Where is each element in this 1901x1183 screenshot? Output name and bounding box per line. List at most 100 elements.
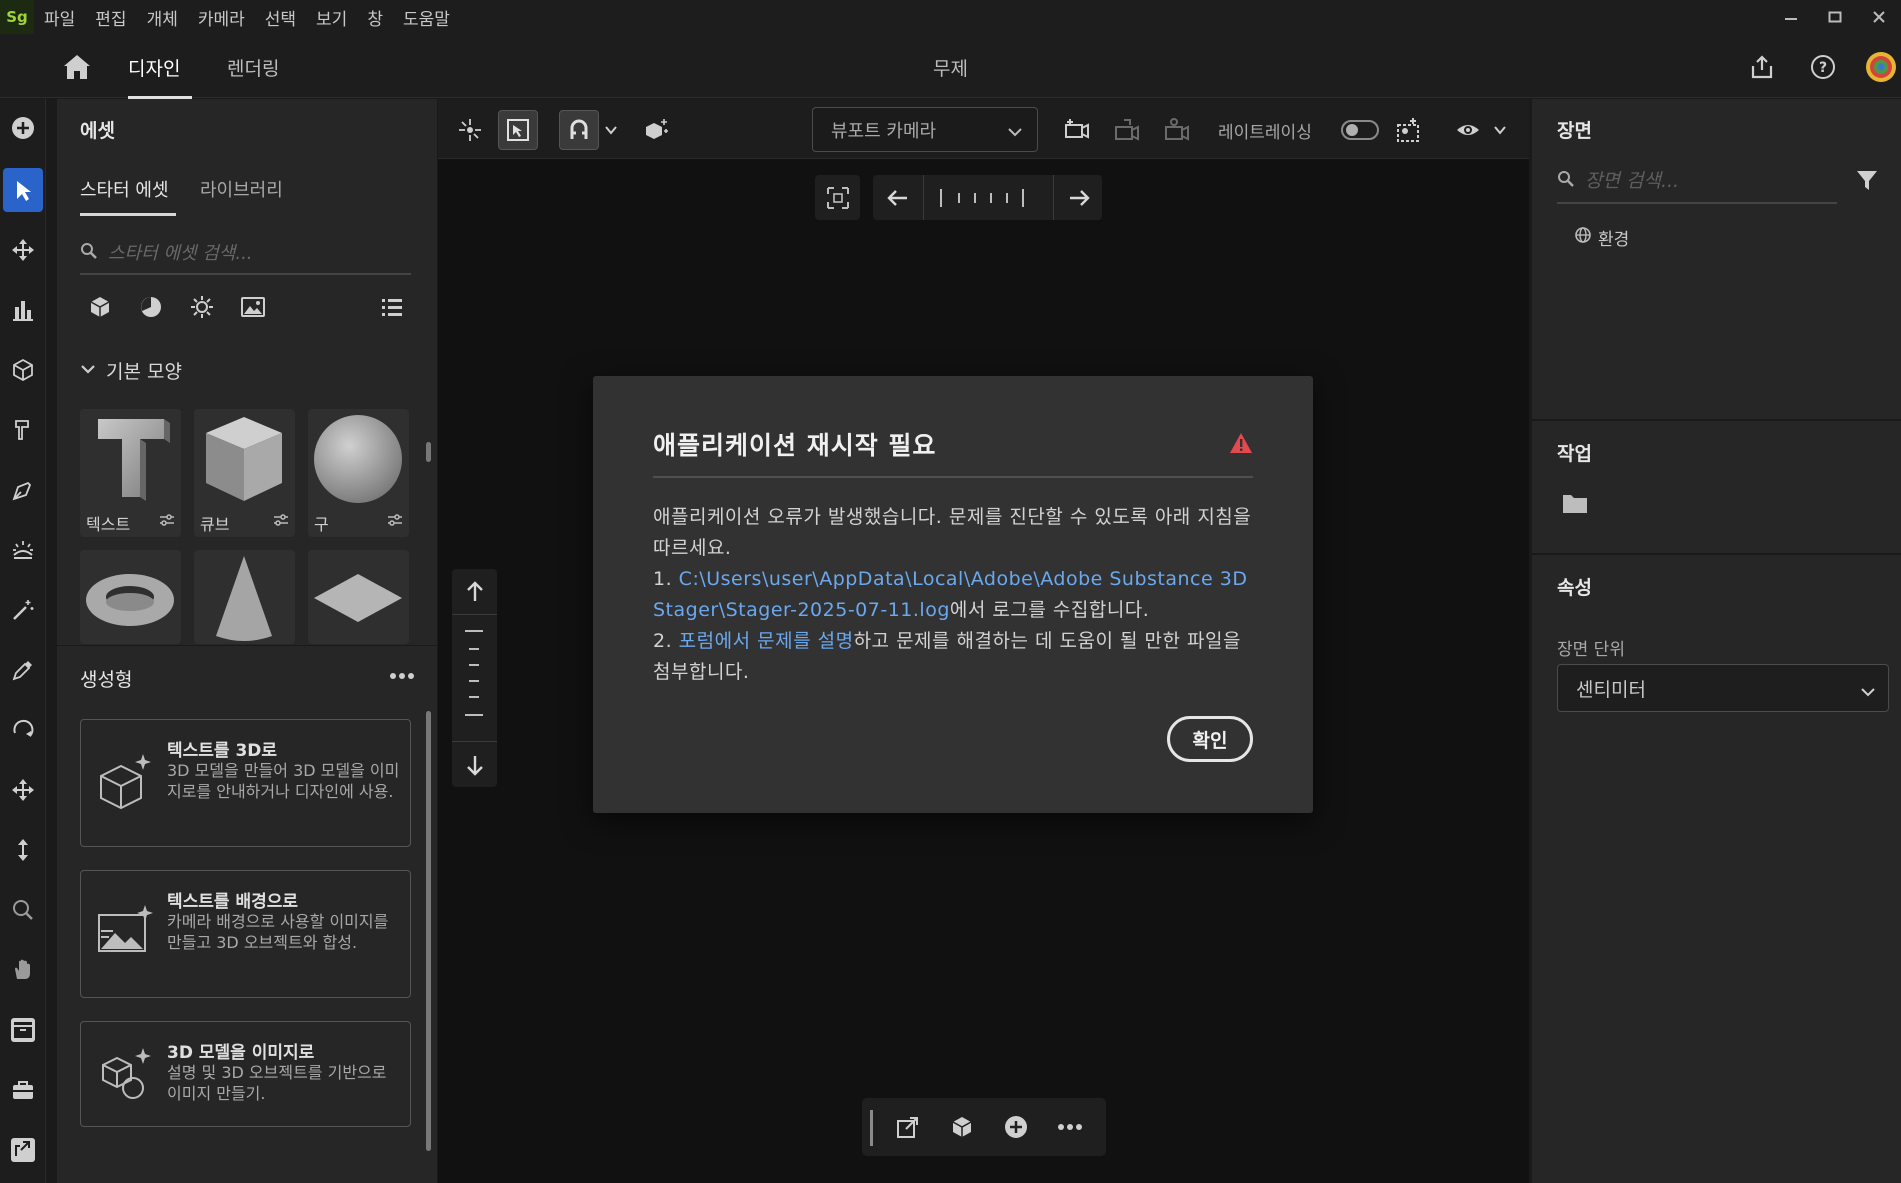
arrow-up-icon[interactable] [452, 569, 497, 614]
shape-cone-card[interactable] [194, 550, 295, 644]
cube-shape-thumbnail [206, 417, 282, 501]
image-filter-icon[interactable] [238, 292, 268, 322]
transform-icon[interactable] [450, 110, 490, 150]
drag-handle[interactable] [870, 1110, 873, 1146]
help-icon[interactable]: ? [1806, 50, 1840, 84]
forum-link[interactable]: 포럼에서 문제를 설명 [679, 630, 854, 652]
move-tool-icon[interactable] [3, 228, 43, 272]
arrow-left-icon[interactable] [873, 175, 923, 220]
align-tool-icon[interactable] [3, 288, 43, 332]
add-icon[interactable] [999, 1111, 1033, 1143]
paint-tool-icon[interactable] [3, 408, 43, 452]
visibility-icon[interactable] [1448, 110, 1488, 150]
menu-select[interactable]: 선택 [255, 5, 306, 30]
menu-camera[interactable]: 카메라 [188, 5, 255, 30]
vertical-scrubber[interactable] [463, 625, 485, 731]
basic-shapes-header[interactable]: 기본 모양 [80, 357, 182, 384]
arrow-right-icon[interactable] [1054, 175, 1104, 220]
shape-text-card[interactable]: 텍스트 [80, 409, 181, 537]
menu-file[interactable]: 파일 [34, 5, 85, 30]
gen-card-title: 텍스트를 배경으로 [167, 892, 299, 912]
dolly-tool-icon[interactable] [3, 828, 43, 872]
dialog-title: 애플리케이션 재시작 필요 [653, 431, 937, 460]
chevron-down-icon[interactable] [1488, 110, 1512, 150]
sliders-icon[interactable] [273, 511, 289, 531]
list-view-icon[interactable] [377, 292, 407, 322]
snap-magnet-icon[interactable] [559, 110, 599, 150]
scene-unit-value: 센티미터 [1576, 678, 1646, 701]
shape-torus-card[interactable] [80, 550, 181, 644]
text-to-background-card[interactable]: 텍스트를 배경으로 카메라 배경으로 사용할 이미지를 만들고 3D 오브젝트와… [80, 870, 411, 998]
zoom-icon[interactable] [3, 888, 43, 932]
assets-search-input[interactable] [108, 242, 398, 264]
tab-design[interactable]: 디자인 [128, 54, 180, 81]
material-filter-icon[interactable] [136, 292, 166, 322]
filter-icon[interactable] [1852, 165, 1882, 195]
avatar[interactable] [1864, 50, 1898, 84]
sliders-icon[interactable] [159, 511, 175, 531]
shape-plane-card[interactable] [308, 550, 409, 644]
export-image-icon[interactable] [3, 1128, 43, 1172]
render-quality-icon[interactable] [1389, 110, 1429, 150]
tab-render[interactable]: 렌더링 [227, 54, 279, 81]
menu-bar: Sg 파일 편집 개체 카메라 선택 보기 창 도움말 [0, 0, 1901, 34]
drop-to-ground-icon[interactable] [637, 110, 677, 150]
toolbox-icon[interactable] [3, 1068, 43, 1112]
add-camera-icon[interactable] [1058, 110, 1098, 150]
model-icon[interactable] [945, 1111, 979, 1143]
archive-icon[interactable] [3, 1008, 43, 1052]
tab-libraries[interactable]: 라이브러리 [200, 176, 283, 202]
tab-starter-assets[interactable]: 스타터 에셋 [80, 176, 169, 202]
arrow-down-icon[interactable] [452, 742, 497, 787]
eyedropper-icon[interactable] [3, 648, 43, 692]
frame-all-icon[interactable] [815, 175, 860, 220]
scene-item-environment[interactable]: 환경 [1574, 225, 1629, 250]
magic-wand-icon[interactable] [3, 588, 43, 632]
cube-tool-icon[interactable] [3, 348, 43, 392]
menu-help[interactable]: 도움말 [393, 5, 460, 30]
camera-settings-icon[interactable] [1158, 110, 1198, 150]
ok-button[interactable]: 확인 [1167, 716, 1253, 762]
sliders-icon[interactable] [387, 511, 403, 531]
frame-select-icon[interactable] [498, 110, 538, 150]
close-button[interactable] [1857, 0, 1901, 34]
chevron-down-icon [1860, 682, 1876, 704]
maximize-button[interactable] [1813, 0, 1857, 34]
select-tool-icon[interactable] [3, 168, 43, 212]
pan-tool-icon[interactable] [3, 768, 43, 812]
scene-unit-select[interactable]: 센티미터 [1557, 664, 1889, 712]
camera-go-icon[interactable] [1108, 110, 1148, 150]
shape-sphere-card[interactable]: 구 [308, 409, 409, 537]
minimize-button[interactable] [1769, 0, 1813, 34]
hand-icon[interactable] [3, 948, 43, 992]
shape-cube-card[interactable]: 큐브 [194, 409, 295, 537]
menu-object[interactable]: 개체 [137, 5, 188, 30]
folder-icon[interactable] [1562, 492, 1588, 519]
share-icon[interactable] [1745, 50, 1779, 84]
light-filter-icon[interactable] [187, 292, 217, 322]
light-tool-icon[interactable] [3, 528, 43, 572]
assets-scrollbar[interactable] [426, 442, 431, 462]
orbit-tool-icon[interactable] [3, 708, 43, 752]
camera-select[interactable]: 뷰포트 카메라 [812, 107, 1038, 152]
menu-window[interactable]: 창 [357, 5, 393, 30]
add-icon[interactable] [3, 106, 43, 150]
text-to-3d-card[interactable]: 텍스트를 3D로 3D 모델을 만들어 3D 모델을 이미지로를 안내하거나 디… [80, 719, 411, 847]
chevron-down-icon[interactable] [601, 110, 621, 150]
left-toolbar [0, 99, 46, 1183]
model-filter-icon[interactable] [85, 292, 115, 322]
menu-view[interactable]: 보기 [306, 5, 357, 30]
menu-edit[interactable]: 편집 [85, 5, 136, 30]
more-options-icon[interactable] [385, 663, 419, 689]
generative-scrollbar[interactable] [426, 711, 431, 1151]
home-icon[interactable] [60, 52, 94, 82]
scene-search-input[interactable] [1585, 170, 1825, 192]
more-options-icon[interactable] [1053, 1111, 1087, 1143]
restart-required-dialog: 애플리케이션 재시작 필요 애플리케이션 오류가 발생했습니다. 문제를 진단할… [593, 376, 1313, 813]
3d-to-image-card[interactable]: 3D 모델을 이미지로 설명 및 3D 오브젝트를 기반으로 이미지 만들기. [80, 1021, 411, 1127]
camera-scrubber[interactable] [935, 187, 1041, 209]
viewport-toolbar: 뷰포트 카메라 레이트레이싱 [438, 99, 1529, 159]
export-image-icon[interactable] [891, 1111, 925, 1143]
pen-tool-icon[interactable] [3, 468, 43, 512]
raytracing-toggle[interactable] [1341, 120, 1379, 140]
